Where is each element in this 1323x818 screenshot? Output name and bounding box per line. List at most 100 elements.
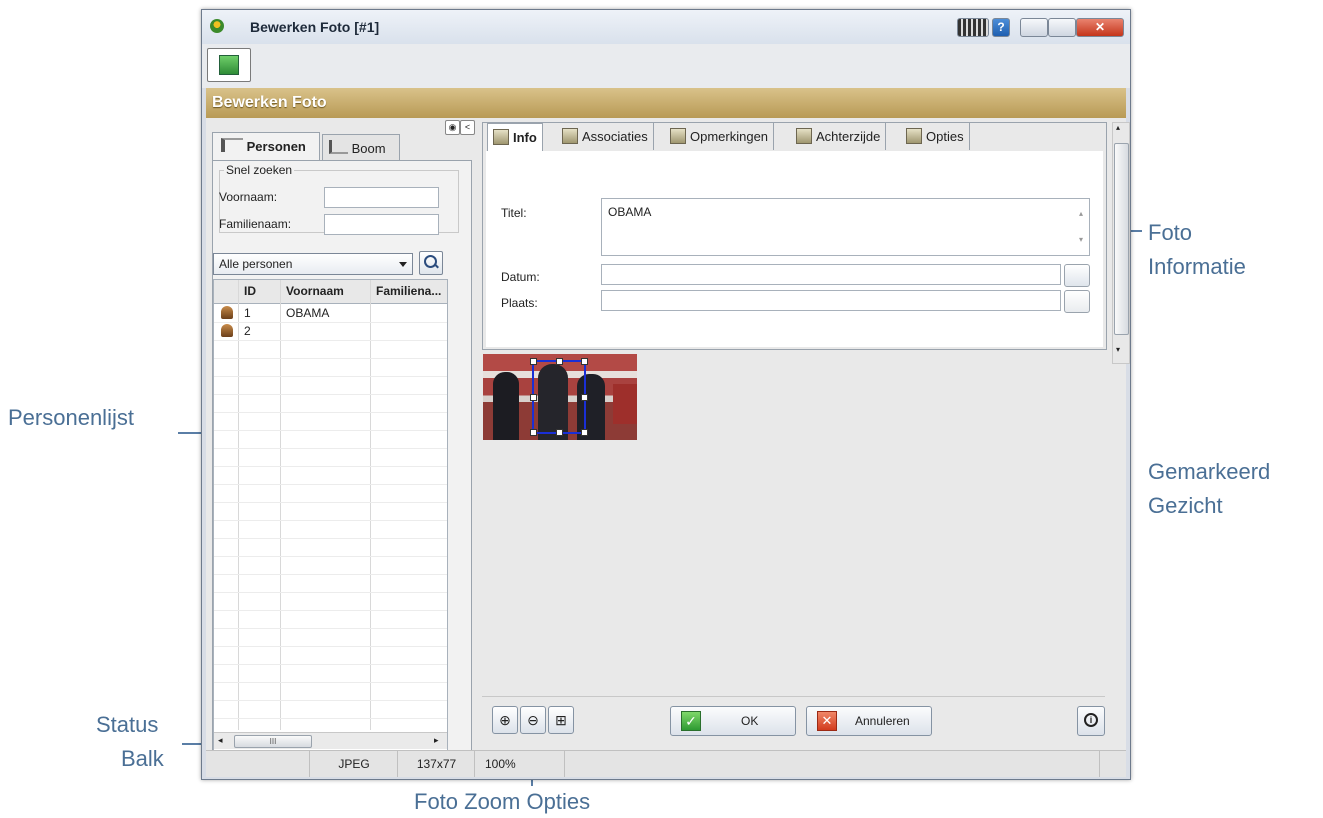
annotation-gemarkeerd: Gemarkeerd <box>1148 459 1271 484</box>
keyboard-icon[interactable] <box>957 18 989 37</box>
titel-textarea[interactable]: OBAMA ▴ ▾ <box>601 198 1090 256</box>
row-gridline <box>214 700 447 701</box>
scroll-thumb[interactable] <box>1114 143 1129 335</box>
app-icon <box>210 19 224 33</box>
scroll-thumb[interactable]: III <box>234 735 312 748</box>
bottom-bar: ⊕ ⊖ ⊞ ✓ OK ✕ Annuleren i <box>482 696 1105 747</box>
row-gridline <box>214 376 447 377</box>
column-header-voornaam[interactable]: Voornaam <box>286 284 344 298</box>
table-row[interactable]: 1 OBAMA <box>214 304 447 322</box>
calendar-button[interactable] <box>1064 264 1090 287</box>
search-button[interactable] <box>419 251 443 275</box>
row-gridline <box>214 574 447 575</box>
help-icon[interactable]: ? <box>992 18 1010 37</box>
photo-sign <box>613 384 637 424</box>
tab-opmerkingen[interactable]: Opmerkingen <box>665 123 775 150</box>
datum-input[interactable] <box>601 264 1061 285</box>
table-row[interactable]: 2 <box>214 322 447 340</box>
zoom-fit-button[interactable]: ⊞ <box>548 706 574 734</box>
cell-id: 1 <box>244 306 251 320</box>
resize-handle[interactable] <box>581 358 588 365</box>
content-area: ◉ < Personen Boom Snel zoeken Voornaam: … <box>206 118 1130 752</box>
person-filter-select[interactable]: Alle personen <box>213 253 413 275</box>
resize-handle[interactable] <box>581 429 588 436</box>
persons-list-panel: Snel zoeken Voornaam: Familienaam: Alle … <box>212 160 472 752</box>
resize-handle[interactable] <box>530 358 537 365</box>
resize-handle[interactable] <box>530 429 537 436</box>
status-format-value: JPEG <box>338 757 370 771</box>
check-icon: ✓ <box>681 711 701 731</box>
options-icon <box>906 128 922 144</box>
info-button[interactable]: i <box>1077 706 1105 736</box>
annotation-balk: Balk <box>121 746 164 771</box>
tab-info[interactable]: Info <box>487 123 543 152</box>
resize-handle[interactable] <box>530 394 537 401</box>
tab-boom[interactable]: Boom <box>322 134 400 162</box>
photo-panel: Info Associaties Opmerkingen Achterzijde… <box>482 118 1130 747</box>
annotation-informatie: Informatie <box>1148 254 1246 279</box>
status-bar: JPEG 137x77 100% <box>206 750 1126 777</box>
column-header-id[interactable]: ID <box>244 284 256 298</box>
tab-achterzijde[interactable]: Achterzijde <box>791 123 887 150</box>
minimize-button[interactable] <box>1020 18 1048 37</box>
face-marker-box[interactable] <box>530 358 588 436</box>
horizontal-scrollbar[interactable]: ◂ III ▸ <box>214 732 447 749</box>
resize-handle[interactable] <box>556 429 563 436</box>
plaats-input[interactable] <box>601 290 1061 311</box>
column-header-familienaam[interactable]: Familiena... <box>376 284 441 298</box>
row-gridline <box>214 322 447 323</box>
resize-handle[interactable] <box>556 358 563 365</box>
status-format: JPEG <box>309 751 398 777</box>
cell-voornaam: OBAMA <box>286 306 330 320</box>
annotation-gezicht: Gezicht <box>1148 493 1223 518</box>
tab-opties[interactable]: Opties <box>901 123 970 150</box>
resize-handle[interactable] <box>581 394 588 401</box>
tab-personen[interactable]: Personen <box>212 132 320 162</box>
row-gridline <box>214 502 447 503</box>
scroll-down-icon[interactable]: ▾ <box>1116 345 1120 354</box>
row-gridline <box>214 682 447 683</box>
zoom-in-icon: ⊕ <box>499 712 511 728</box>
resize-grip[interactable] <box>1099 751 1126 777</box>
row-gridline <box>214 448 447 449</box>
annotation-line <box>178 432 202 434</box>
place-picker-button[interactable] <box>1064 290 1090 313</box>
scroll-up-icon[interactable]: ▴ <box>1116 123 1120 132</box>
scroll-right-icon[interactable]: ▸ <box>434 735 439 746</box>
annotation-status: Status <box>96 712 159 737</box>
ok-button[interactable]: ✓ OK <box>670 706 796 736</box>
person-photo-button[interactable] <box>207 48 251 82</box>
cancel-button[interactable]: ✕ Annuleren <box>806 706 932 736</box>
status-cell <box>564 751 1100 777</box>
close-button[interactable]: ✕ <box>1076 18 1124 37</box>
tab-associaties[interactable]: Associaties <box>557 123 654 150</box>
zoom-in-button[interactable]: ⊕ <box>492 706 518 734</box>
familienaam-input[interactable] <box>324 214 439 235</box>
status-size-value: 137x77 <box>416 757 457 771</box>
row-gridline <box>214 340 447 341</box>
textarea-scrollbar[interactable]: ▴ ▾ <box>1075 201 1087 253</box>
photo-image[interactable] <box>483 354 637 440</box>
pin-icon[interactable]: ◉ <box>445 120 460 135</box>
row-gridline <box>214 358 447 359</box>
scroll-left-icon[interactable]: ◂ <box>218 735 223 746</box>
person-filter-value: Alle personen <box>219 257 293 271</box>
tree-icon <box>329 140 348 154</box>
quick-search-legend: Snel zoeken <box>226 163 293 177</box>
persons-icon <box>221 138 243 152</box>
info-vertical-scrollbar[interactable]: ▴ ▾ <box>1112 122 1130 364</box>
column-divider <box>370 280 371 730</box>
plaats-label: Plaats: <box>501 296 538 310</box>
zoom-out-button[interactable]: ⊖ <box>520 706 546 734</box>
info-circle-icon: i <box>1084 713 1098 727</box>
tab-achterzijde-label: Achterzijde <box>816 129 881 144</box>
table-header: ID Voornaam Familiena... <box>214 280 447 304</box>
chevron-down-icon <box>399 262 407 267</box>
row-gridline <box>214 628 447 629</box>
voornaam-input[interactable] <box>324 187 439 208</box>
maximize-button[interactable] <box>1048 18 1076 37</box>
row-gridline <box>214 592 447 593</box>
tab-personen-label: Personen <box>246 139 306 154</box>
collapse-icon[interactable]: < <box>460 120 475 135</box>
search-icon-handle <box>434 263 439 269</box>
